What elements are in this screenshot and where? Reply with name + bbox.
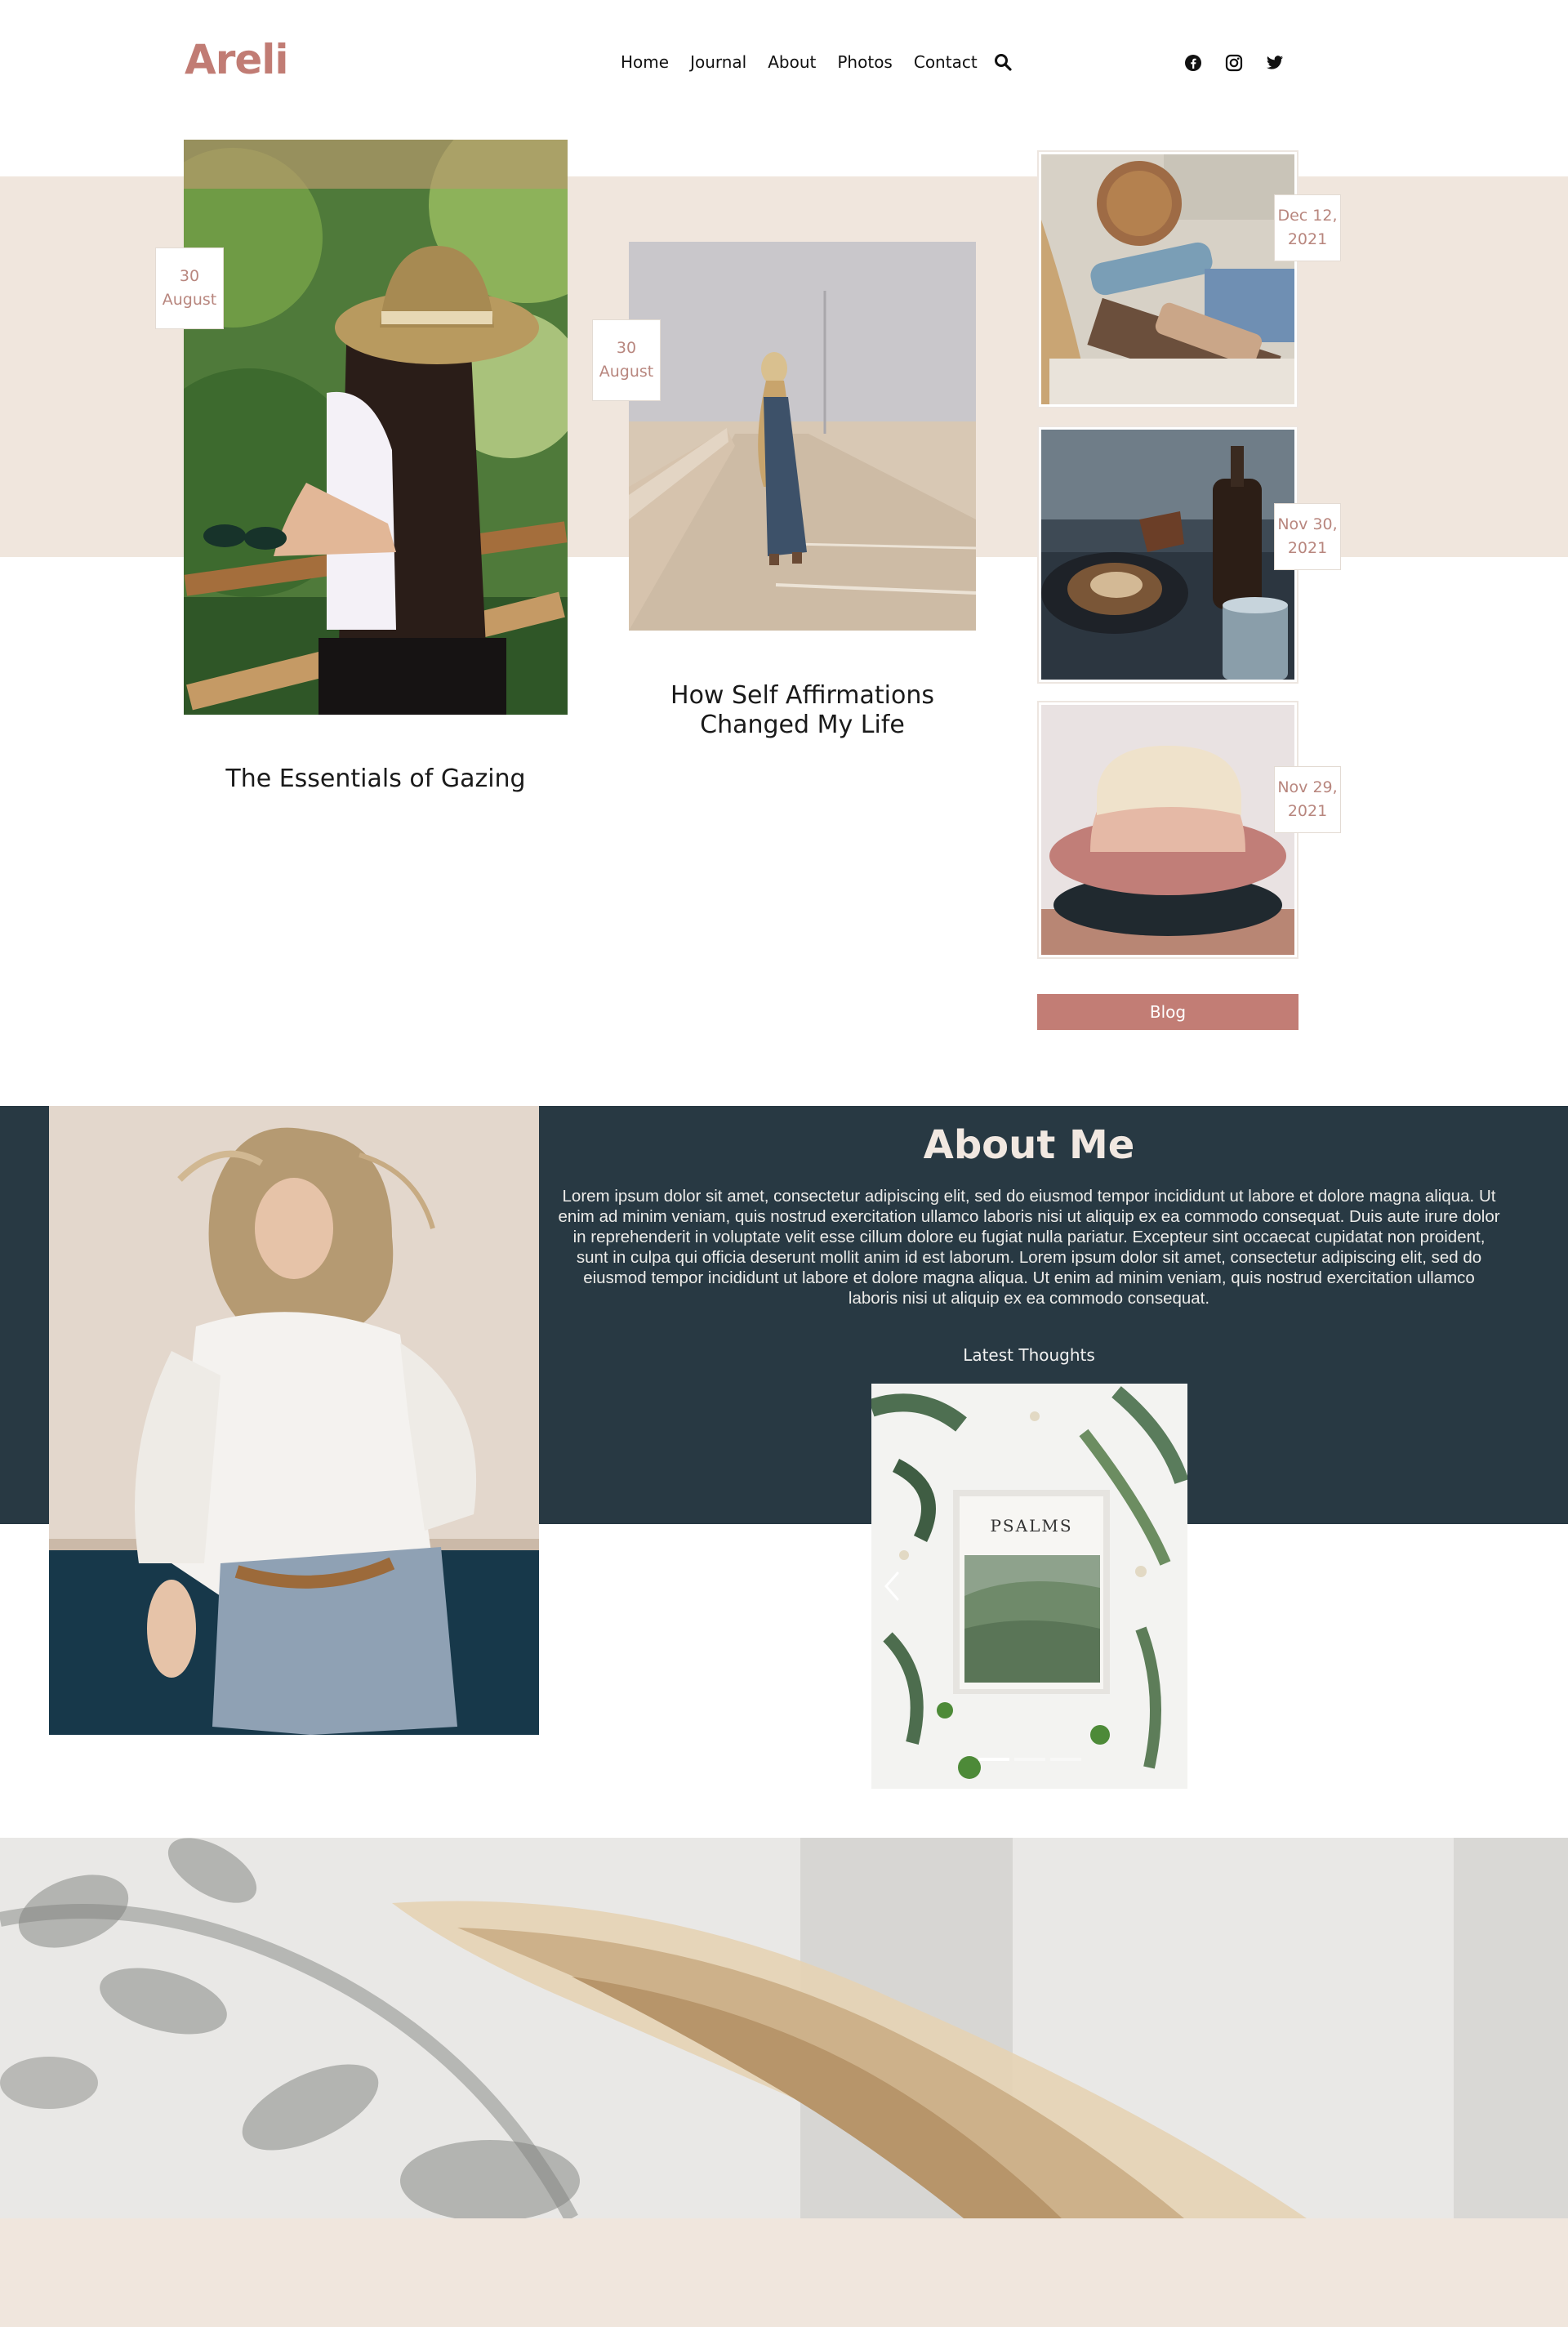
social-links (1184, 54, 1284, 72)
recent-date-line: Dec 12, (1277, 207, 1338, 225)
nav-photos[interactable]: Photos (837, 52, 892, 72)
post-title-gazing[interactable]: The Essentials of Gazing (184, 765, 568, 794)
post-date-tag: 30 August (592, 319, 661, 401)
recent-date-line: Nov 29, (1277, 778, 1338, 796)
post-title-line: Changed My Life (700, 711, 905, 739)
recent-post-thumb[interactable] (1037, 701, 1298, 959)
recent-date-tag: Dec 12, 2021 (1274, 194, 1341, 261)
nav-about[interactable]: About (768, 52, 816, 72)
about-title: About Me (923, 1122, 1135, 1168)
recent-date-line: 2021 (1287, 539, 1328, 557)
blog-button[interactable]: Blog (1037, 994, 1298, 1030)
slide-image (871, 1384, 1187, 1789)
nav-journal[interactable]: Journal (690, 52, 746, 72)
latest-thoughts-slider[interactable]: PSALMS (871, 1384, 1187, 1789)
main-nav: Home Journal About Photos Contact (621, 52, 1012, 72)
slider-dot[interactable] (1049, 1758, 1081, 1761)
about-photo (49, 1106, 539, 1735)
recent-date-tag: Nov 29, 2021 (1274, 766, 1341, 833)
recent-date-line: 2021 (1287, 802, 1328, 820)
post-title-line: How Self Affirmations (670, 681, 934, 710)
instagram-icon[interactable] (1225, 54, 1243, 72)
post-date-day: 30 (616, 339, 637, 357)
post-date-tag: 30 August (155, 247, 224, 329)
nav-contact[interactable]: Contact (914, 52, 978, 72)
recent-date-tag: Nov 30, 2021 (1274, 503, 1341, 570)
post-title-affirmations[interactable]: How Self Affirmations Changed My Life (629, 681, 976, 740)
about-body: Lorem ipsum dolor sit amet, consectetur … (558, 1187, 1500, 1308)
slider-dots (871, 1758, 1187, 1761)
post-date-month: August (162, 291, 217, 309)
twitter-icon[interactable] (1266, 54, 1284, 72)
facebook-icon[interactable] (1184, 54, 1202, 72)
recent-post-thumb[interactable] (1037, 426, 1298, 684)
search-icon[interactable] (994, 53, 1012, 71)
slider-prev-arrow[interactable] (880, 1568, 904, 1604)
recent-post-thumb[interactable] (1037, 150, 1298, 408)
slider-dot[interactable] (978, 1758, 1009, 1761)
post-date-day: 30 (179, 267, 200, 285)
slider-dot[interactable] (1013, 1758, 1045, 1761)
post-image-affirmations[interactable] (629, 242, 976, 631)
latest-thoughts-label: Latest Thoughts (963, 1345, 1095, 1365)
pampas-banner-image (0, 1838, 1568, 2218)
post-image-gazing[interactable] (184, 140, 568, 715)
post-date-month: August (599, 363, 654, 381)
nav-home[interactable]: Home (621, 52, 669, 72)
recent-date-line: Nov 30, (1277, 515, 1338, 533)
footer-band (0, 2218, 1568, 2327)
site-logo[interactable]: Areli (185, 36, 289, 83)
recent-date-line: 2021 (1287, 230, 1328, 248)
slide-book-title: PSALMS (990, 1516, 1073, 1536)
